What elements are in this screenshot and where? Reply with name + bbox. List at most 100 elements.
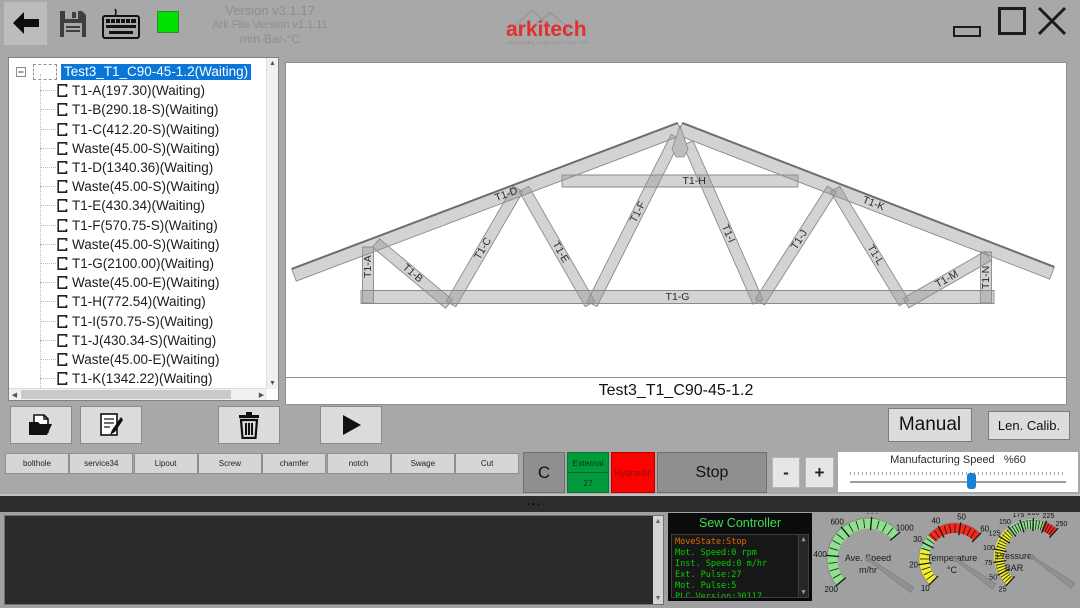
tree-item[interactable]: T1-I(570.75-S)(Waiting) [9,312,213,331]
tree-item-label[interactable]: Waste(45.00-S)(Waiting) [72,141,220,156]
tree-item[interactable]: T1-B(290.18-S)(Waiting) [9,100,219,119]
tree-item-label[interactable]: T1-B(290.18-S)(Waiting) [72,102,219,117]
tree-item[interactable]: Waste(45.00-S)(Waiting) [9,139,220,158]
edit-button[interactable] [80,406,142,444]
tree-item[interactable]: T1-G(2100.00)(Waiting) [9,254,214,273]
gauge-unit: °C [947,565,958,575]
open-file-button[interactable] [10,406,72,444]
tree-root-item[interactable]: Test3_T1_C90-45-1.2(Waiting) [16,62,251,81]
tree-connector [40,244,56,245]
tree-connector [40,90,56,91]
tree-item-label[interactable]: Waste(45.00-E)(Waiting) [72,352,220,367]
op-button-chamfer[interactable]: chamfer [262,453,326,474]
tree-item-label[interactable]: T1-D(1340.36)(Waiting) [72,160,213,175]
tree-item[interactable]: T1-D(1340.36)(Waiting) [9,158,213,177]
close-button[interactable] [1035,4,1069,38]
sew-console-line: Mot. Pulse:5 [675,581,808,592]
tree-item-label[interactable]: Waste(45.00-S)(Waiting) [72,237,220,252]
tree-item-label[interactable]: T1-J(430.34-S)(Waiting) [72,333,216,348]
truss-drawing-canvas[interactable]: T1-AT1-BT1-CT1-ET1-FT1-IT1-JT1-LT1-MT1-N… [285,62,1067,378]
scroll-down-icon[interactable]: ▼ [799,588,808,597]
tree-item-label[interactable]: T1-E(430.34)(Waiting) [72,198,205,213]
op-button-bolthole[interactable]: bolthole [5,453,69,474]
op-button-screw[interactable]: Screw [198,453,262,474]
gauge-unit: BAR [1005,563,1024,573]
tree-root-checkbox[interactable] [33,64,57,80]
delete-button[interactable] [218,406,280,444]
start-button[interactable] [320,406,382,444]
gauge-needle [869,559,914,592]
op-button-lipout[interactable]: Lipout [134,453,198,474]
save-button[interactable] [57,8,89,40]
scroll-left-icon[interactable]: ◀ [9,391,20,400]
gauge-label: Pressure [996,551,1032,561]
console-scrollbar[interactable]: ▲ ▼ [653,516,663,604]
tree-vertical-scrollbar[interactable]: ▲ ▼ [266,58,278,389]
speed-slider[interactable] [850,481,1066,483]
tree-item-label[interactable]: T1-K(1342.22)(Waiting) [72,371,213,386]
tree-item[interactable]: Waste(45.00-E)(Waiting) [9,350,220,369]
tree-item[interactable]: Waste(45.00-E)(Waiting) [9,273,220,292]
tree-collapse-icon[interactable] [16,67,26,77]
speed-increase-button[interactable]: + [805,457,834,488]
speed-slider-thumb[interactable] [967,473,976,489]
ark-file-version-line: Ark File Version v1.1.11 [175,18,365,32]
tree-item[interactable]: T1-F(570.75-S)(Waiting) [9,216,218,235]
tree-item[interactable]: T1-J(430.34-S)(Waiting) [9,331,216,350]
scroll-right-icon[interactable]: ▶ [256,391,267,400]
tree-item[interactable]: T1-A(197.30)(Waiting) [9,81,205,100]
tree-item[interactable]: T1-E(430.34)(Waiting) [9,196,205,215]
tree-connector [40,301,56,302]
splitter-grip[interactable]: ... [527,496,542,508]
tree-item-label[interactable]: T1-F(570.75-S)(Waiting) [72,218,218,233]
tree-item-label[interactable]: Waste(45.00-E)(Waiting) [72,275,220,290]
log-console: ▲ ▼ [4,515,664,605]
tree-root-label[interactable]: Test3_T1_C90-45-1.2(Waiting) [61,64,251,80]
channel-profile-icon [56,141,68,156]
op-button-service34[interactable]: service34 [69,453,133,474]
length-calibration-button[interactable]: Len. Calib. [988,411,1070,440]
version-info: Version v3.1.17 Ark File Version v1.1.11… [175,4,365,46]
tree-item-label[interactable]: T1-G(2100.00)(Waiting) [72,256,214,271]
manual-button[interactable]: Manual [888,408,972,442]
tree-item-label[interactable]: T1-H(772.54)(Waiting) [72,294,206,309]
tree-item-label[interactable]: T1-I(570.75-S)(Waiting) [72,314,213,329]
tree-item[interactable]: T1-H(772.54)(Waiting) [9,292,206,311]
tree-item[interactable]: Waste(45.00-S)(Waiting) [9,235,220,254]
external-status-button[interactable]: External 27 [567,452,609,493]
svg-text:30: 30 [913,535,922,544]
tree-item-label[interactable]: T1-A(197.30)(Waiting) [72,83,205,98]
op-button-cut[interactable]: Cut [455,453,519,474]
c-button[interactable]: C [523,452,565,493]
tree-item[interactable]: T1-C(412.20-S)(Waiting) [9,120,219,139]
scroll-up-icon[interactable]: ▲ [267,59,278,68]
op-button-notch[interactable]: notch [327,453,391,474]
scroll-down-icon[interactable]: ▼ [267,379,278,388]
tree-connector [40,186,56,187]
back-button[interactable] [4,2,47,45]
tree-horizontal-scrollbar[interactable]: ◀ ▶ [9,388,267,400]
stop-button[interactable]: Stop [657,452,767,493]
keyboard-button[interactable] [100,8,142,40]
sew-console-scrollbar[interactable]: ▲ ▼ [798,535,808,597]
tree-connector [40,225,56,226]
maximize-button[interactable] [998,7,1026,35]
op-button-swage[interactable]: Swage [391,453,455,474]
tree-item-label[interactable]: T1-C(412.20-S)(Waiting) [72,122,219,137]
scrollbar-thumb[interactable] [21,390,231,399]
hydraulic-status-button[interactable]: Hydraulic [611,452,655,493]
member-label: T1-M [933,268,960,291]
svg-text:150: 150 [999,517,1011,526]
svg-text:50: 50 [989,573,997,582]
speed-decrease-button[interactable]: - [772,457,800,488]
scroll-up-icon[interactable]: ▲ [653,517,663,526]
splitter-bar[interactable]: ... [0,494,1080,514]
svg-text:10: 10 [921,584,930,593]
svg-text:250: 250 [1055,519,1067,528]
tree-item[interactable]: T1-K(1342.22)(Waiting) [9,369,213,388]
tree-item-label[interactable]: Waste(45.00-S)(Waiting) [72,179,220,194]
scroll-up-icon[interactable]: ▲ [799,535,808,544]
scroll-down-icon[interactable]: ▼ [653,594,663,603]
tree-item[interactable]: Waste(45.00-S)(Waiting) [9,177,220,196]
minimize-button[interactable] [953,26,981,37]
